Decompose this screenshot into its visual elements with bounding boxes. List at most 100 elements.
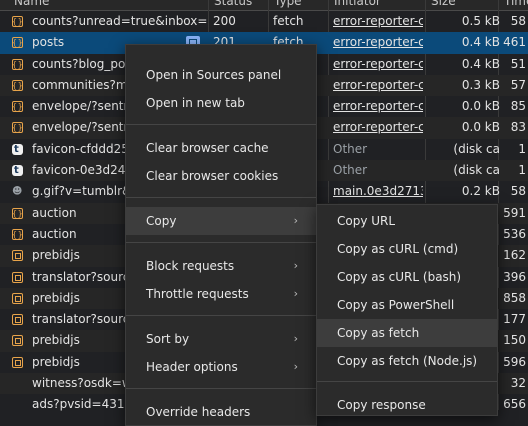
- menu-item-throttle-requests[interactable]: Throttle requests ›: [126, 280, 316, 308]
- request-size: 0.4 kB: [461, 56, 500, 71]
- fetch-request-icon: [12, 117, 23, 139]
- submenu-item-copy-curl-bash[interactable]: Copy as cURL (bash): [317, 263, 497, 291]
- request-time: 591: [503, 205, 526, 220]
- request-initiator: Other: [333, 163, 368, 178]
- menu-item-open-new-tab[interactable]: Open in new tab: [126, 89, 316, 117]
- fetch-request-icon: [12, 11, 23, 32]
- column-header-type[interactable]: Type: [270, 0, 329, 10]
- document-request-icon: [12, 250, 23, 262]
- request-time: 177: [503, 312, 526, 327]
- submenu-item-label: Copy as fetch: [337, 326, 420, 340]
- fetch-request-icon: [12, 96, 23, 117]
- menu-separator: [126, 315, 316, 316]
- column-header-initiator[interactable]: Initiator: [330, 0, 426, 10]
- menu-item-label: Header options: [146, 360, 238, 374]
- table-row[interactable]: counts?unread=true&inbox=tr... 200 fetch er…: [0, 11, 528, 32]
- column-header-name[interactable]: Name: [10, 0, 209, 10]
- menu-item-override-headers[interactable]: Override headers: [126, 398, 316, 426]
- submenu-item-label: Copy as fetch (Node.js): [337, 354, 478, 368]
- menu-item-label: Clear browser cache: [146, 141, 269, 155]
- request-initiator[interactable]: error-reporter-c2b: [333, 54, 423, 75]
- fetch-request-icon: [12, 32, 23, 54]
- menu-item-label: Clear browser cookies: [146, 169, 279, 183]
- request-time: 461: [503, 35, 526, 50]
- menu-item-sort-by[interactable]: Sort by ›: [126, 325, 316, 353]
- menu-item-label: Copy: [146, 214, 177, 228]
- request-time: 162: [503, 248, 526, 263]
- request-initiator[interactable]: error-reporter-c2b: [333, 75, 423, 96]
- request-time: 32: [510, 376, 526, 391]
- submenu-item-copy-fetch[interactable]: Copy as fetch: [317, 319, 497, 347]
- document-request-icon: [12, 271, 23, 283]
- menu-item-label: Throttle requests: [146, 287, 249, 301]
- request-time: 58: [510, 184, 526, 199]
- menu-item-header-options[interactable]: Header options ›: [126, 353, 316, 381]
- request-status: 200: [213, 14, 236, 28]
- request-time: 85: [510, 99, 526, 114]
- tumblr-favicon-icon: [12, 139, 23, 160]
- column-header-size[interactable]: Size: [427, 0, 501, 10]
- menu-item-label: Block requests: [146, 259, 235, 273]
- request-type: fetch: [273, 14, 304, 28]
- submenu-item-copy-url[interactable]: Copy URL: [317, 207, 497, 235]
- submenu-item-copy-fetch-node[interactable]: Copy as fetch (Node.js): [317, 347, 497, 375]
- table-header: Name Status Type Initiator Size Time: [0, 0, 528, 11]
- menu-item-clear-cache[interactable]: Clear browser cache: [126, 134, 316, 162]
- request-size: 0.0 kB: [461, 120, 500, 135]
- fetch-request-icon: [12, 224, 23, 245]
- chevron-right-icon: ›: [293, 259, 298, 272]
- document-request-icon: [12, 356, 23, 368]
- request-time: 858: [503, 290, 526, 305]
- menu-separator: [126, 242, 316, 243]
- menu-item-block-requests[interactable]: Block requests ›: [126, 252, 316, 280]
- column-header-status[interactable]: Status: [210, 0, 269, 10]
- request-name[interactable]: counts?unread=true&inbox=tr...: [32, 11, 207, 32]
- request-time: 536: [503, 226, 526, 241]
- request-initiator[interactable]: error-reporter-c2b: [333, 96, 423, 117]
- submenu-item-label: Copy as cURL (bash): [337, 270, 462, 284]
- fetch-request-icon: [12, 203, 23, 224]
- request-initiator[interactable]: main.0e3d2713.js: [333, 181, 423, 202]
- fetch-request-icon: [12, 75, 23, 96]
- context-menu: Open in Sources panel Open in new tab Cl…: [125, 44, 317, 426]
- submenu-item-label: Copy as PowerShell: [337, 298, 455, 312]
- chevron-right-icon: ›: [293, 360, 298, 373]
- menu-item-copy[interactable]: Copy ›: [126, 207, 316, 235]
- request-size: 0.5 kB: [461, 14, 500, 28]
- request-time: 396: [503, 269, 526, 284]
- request-time: 596: [503, 354, 526, 369]
- request-initiator: Other: [333, 141, 368, 156]
- document-request-icon: [12, 292, 23, 304]
- menu-item-label: Override headers: [146, 405, 251, 419]
- column-header-time[interactable]: Time: [500, 0, 528, 10]
- request-size: 0.0 kB: [461, 99, 500, 114]
- request-time: 1: [518, 141, 526, 156]
- menu-item-clear-cookies[interactable]: Clear browser cookies: [126, 162, 316, 190]
- submenu-item-copy-curl-cmd[interactable]: Copy as cURL (cmd): [317, 235, 497, 263]
- submenu-item-label: Copy as cURL (cmd): [337, 242, 459, 256]
- menu-item-label: Open in Sources panel: [146, 68, 282, 82]
- document-request-icon: [12, 335, 23, 347]
- menu-item-label: Open in new tab: [146, 96, 245, 110]
- submenu-item-copy-powershell[interactable]: Copy as PowerShell: [317, 291, 497, 319]
- menu-separator: [126, 124, 316, 125]
- request-initiator[interactable]: error-reporter-c2b: [333, 11, 423, 32]
- submenu-item-label: Copy URL: [337, 214, 396, 228]
- request-size: (disk ca: [453, 141, 500, 156]
- chevron-right-icon: ›: [293, 287, 298, 300]
- submenu-item-copy-response[interactable]: Copy response: [317, 391, 497, 419]
- menu-separator: [126, 388, 316, 389]
- request-size: 0.4 kB: [461, 35, 500, 50]
- request-time: 1: [518, 163, 526, 178]
- copy-submenu: Copy URL Copy as cURL (cmd) Copy as cURL…: [316, 204, 498, 416]
- request-time: 150: [503, 333, 526, 348]
- image-request-icon: [12, 181, 23, 202]
- menu-item-open-in-sources[interactable]: Open in Sources panel: [126, 61, 316, 89]
- chevron-right-icon: ›: [293, 214, 298, 227]
- menu-separator: [126, 197, 316, 198]
- request-initiator[interactable]: error-reporter-c2b: [333, 117, 423, 138]
- request-size: 0.3 kB: [461, 77, 500, 92]
- request-initiator[interactable]: error-reporter-c2b: [333, 32, 423, 53]
- menu-item-label: Sort by: [146, 332, 190, 346]
- request-size: (disk ca: [453, 163, 500, 178]
